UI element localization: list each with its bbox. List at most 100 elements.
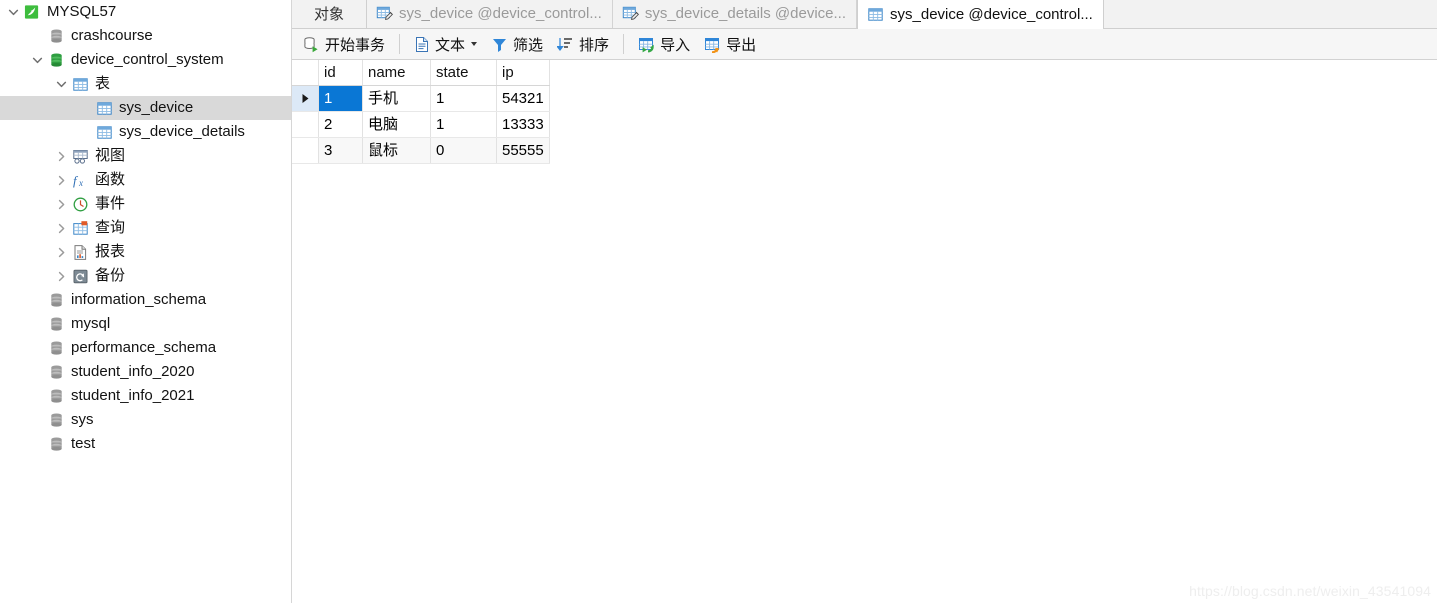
grid-cell-state[interactable]: 0	[430, 137, 497, 164]
tree-item-label: device_control_system	[71, 51, 224, 68]
chevron-down-icon[interactable]	[52, 72, 70, 96]
tree-item-MYSQL57[interactable]: MYSQL57	[0, 0, 291, 24]
chevron-right-icon[interactable]	[52, 216, 70, 240]
tree-item-[interactable]: 报表	[0, 240, 291, 264]
table-folder-icon	[70, 72, 90, 96]
grid-cell-value: 2	[324, 116, 333, 133]
grid-cell-ip[interactable]: 55555	[496, 137, 550, 164]
grid-cell-ip[interactable]: 54321	[496, 85, 550, 112]
tree-item-student_info_2021[interactable]: student_info_2021	[0, 384, 291, 408]
sort-button[interactable]: 排序	[550, 31, 616, 57]
editor-tab-2[interactable]: sys_device @device_control...	[857, 0, 1104, 29]
grid-column-header-label: id	[324, 64, 336, 81]
backup-icon	[70, 264, 90, 288]
chevron-down-icon[interactable]	[471, 42, 478, 46]
tree-item-[interactable]: 备份	[0, 264, 291, 288]
editor-tab-1[interactable]: sys_device_details @device...	[612, 0, 858, 28]
report-icon	[70, 240, 90, 264]
tree-item-[interactable]: f x 函数	[0, 168, 291, 192]
grid-cell-value: 0	[436, 142, 445, 159]
object-tree-sidebar[interactable]: MYSQL57 crashcourse device_control_system 表…	[0, 0, 292, 603]
chevron-right-icon[interactable]	[52, 144, 70, 168]
begin-transaction-label: 开始事务	[325, 36, 386, 54]
grid-column-header-state[interactable]: state	[430, 60, 497, 86]
grid-row[interactable]: 1 手机 1 54321	[292, 85, 550, 112]
grid-toolbar[interactable]: 开始事务 文本 筛选 排序 导入 导出	[292, 29, 1437, 60]
chevron-right-icon[interactable]	[52, 192, 70, 216]
chevron-right-icon[interactable]	[52, 240, 70, 264]
import-label: 导入	[660, 36, 691, 54]
grid-row[interactable]: 2 电脑 1 13333	[292, 111, 550, 138]
sort-label: 排序	[579, 36, 610, 54]
chevron-right-icon[interactable]	[52, 168, 70, 192]
tree-item-label: 查询	[95, 219, 126, 236]
grid-cell-id[interactable]: 2	[318, 111, 363, 138]
tree-item-test[interactable]: test	[0, 432, 291, 456]
grid-body: 1 手机 1 54321 2 电脑 1 13333 3 鼠标 0 55555	[292, 85, 550, 164]
tree-item-information_schema[interactable]: information_schema	[0, 288, 291, 312]
tree-item-label: sys	[71, 411, 94, 428]
import-button[interactable]: 导入	[631, 31, 697, 57]
grid-cell-id[interactable]: 1	[318, 85, 363, 112]
tree-item-[interactable]: 视图	[0, 144, 291, 168]
tree-item-crashcourse[interactable]: crashcourse	[0, 24, 291, 48]
grid-column-header-ip[interactable]: ip	[496, 60, 550, 86]
tree-item-sys[interactable]: sys	[0, 408, 291, 432]
grid-cell-name[interactable]: 电脑	[362, 111, 431, 138]
grid-column-header-name[interactable]: name	[362, 60, 431, 86]
database-grey-icon	[46, 336, 66, 360]
grid-column-header-label: state	[436, 64, 469, 81]
grid-cell-ip[interactable]: 13333	[496, 111, 550, 138]
grid-gutter-header	[292, 60, 319, 86]
begin-transaction-button[interactable]: 开始事务	[296, 31, 392, 57]
grid-cell-value: 1	[324, 90, 333, 107]
tree-item-mysql[interactable]: mysql	[0, 312, 291, 336]
tree-item-[interactable]: 查询	[0, 216, 291, 240]
filter-button[interactable]: 筛选	[484, 31, 550, 57]
tree-item-label: 表	[95, 75, 111, 92]
database-grey-icon	[46, 24, 66, 48]
grid-row-marker-cell[interactable]	[292, 85, 319, 112]
tree-item-[interactable]: 表	[0, 72, 291, 96]
text-document-icon	[414, 36, 430, 53]
tab-objects[interactable]: 对象	[292, 0, 368, 28]
grid-cell-value: 鼠标	[368, 142, 399, 159]
chevron-down-icon[interactable]	[28, 48, 46, 72]
chevron-right-icon[interactable]	[52, 264, 70, 288]
grid-column-header-id[interactable]: id	[318, 60, 363, 86]
grid-cell-name[interactable]: 鼠标	[362, 137, 431, 164]
grid-cell-state[interactable]: 1	[430, 85, 497, 112]
chevron-down-icon[interactable]	[4, 0, 22, 24]
grid-row-marker-cell[interactable]	[292, 137, 319, 164]
data-grid-container[interactable]: id name state ip 1 手机 1 54321 2 电脑 1 13333 3 鼠标 0 5555…	[292, 60, 1437, 603]
tab-strip[interactable]: 对象 sys_device @device_control... sys_devi…	[292, 0, 1437, 29]
grid-row-marker-cell[interactable]	[292, 111, 319, 138]
tree-item-sys_device[interactable]: sys_device	[0, 96, 291, 120]
tree-item-sys_device_details[interactable]: sys_device_details	[0, 120, 291, 144]
tree-item-device_control_system[interactable]: device_control_system	[0, 48, 291, 72]
grid-cell-value: 1	[436, 90, 445, 107]
grid-cell-name[interactable]: 手机	[362, 85, 431, 112]
tree-item-[interactable]: 事件	[0, 192, 291, 216]
export-button[interactable]: 导出	[697, 31, 763, 57]
tree-item-student_info_2020[interactable]: student_info_2020	[0, 360, 291, 384]
toolbar-separator-2	[623, 34, 625, 54]
grid-cell-id[interactable]: 3	[318, 137, 363, 164]
tree-item-label: crashcourse	[71, 27, 153, 44]
tab-objects-label: 对象	[314, 6, 345, 23]
tree-item-label: mysql	[71, 315, 111, 332]
grid-cell-state[interactable]: 1	[430, 111, 497, 138]
text-button[interactable]: 文本	[407, 31, 484, 57]
editor-tab-label: sys_device @device_control...	[399, 5, 602, 22]
tree-item-performance_schema[interactable]: performance_schema	[0, 336, 291, 360]
data-grid[interactable]: id name state ip 1 手机 1 54321 2 电脑 1 13333 3 鼠标 0 5555…	[292, 60, 550, 164]
export-icon	[704, 36, 721, 53]
grid-cell-value: 55555	[502, 142, 544, 159]
tree-item-label: 报表	[95, 243, 126, 260]
editor-tab-0[interactable]: sys_device @device_control...	[367, 0, 613, 28]
grid-row[interactable]: 3 鼠标 0 55555	[292, 137, 550, 164]
tree-item-label: sys_device_details	[119, 123, 245, 140]
